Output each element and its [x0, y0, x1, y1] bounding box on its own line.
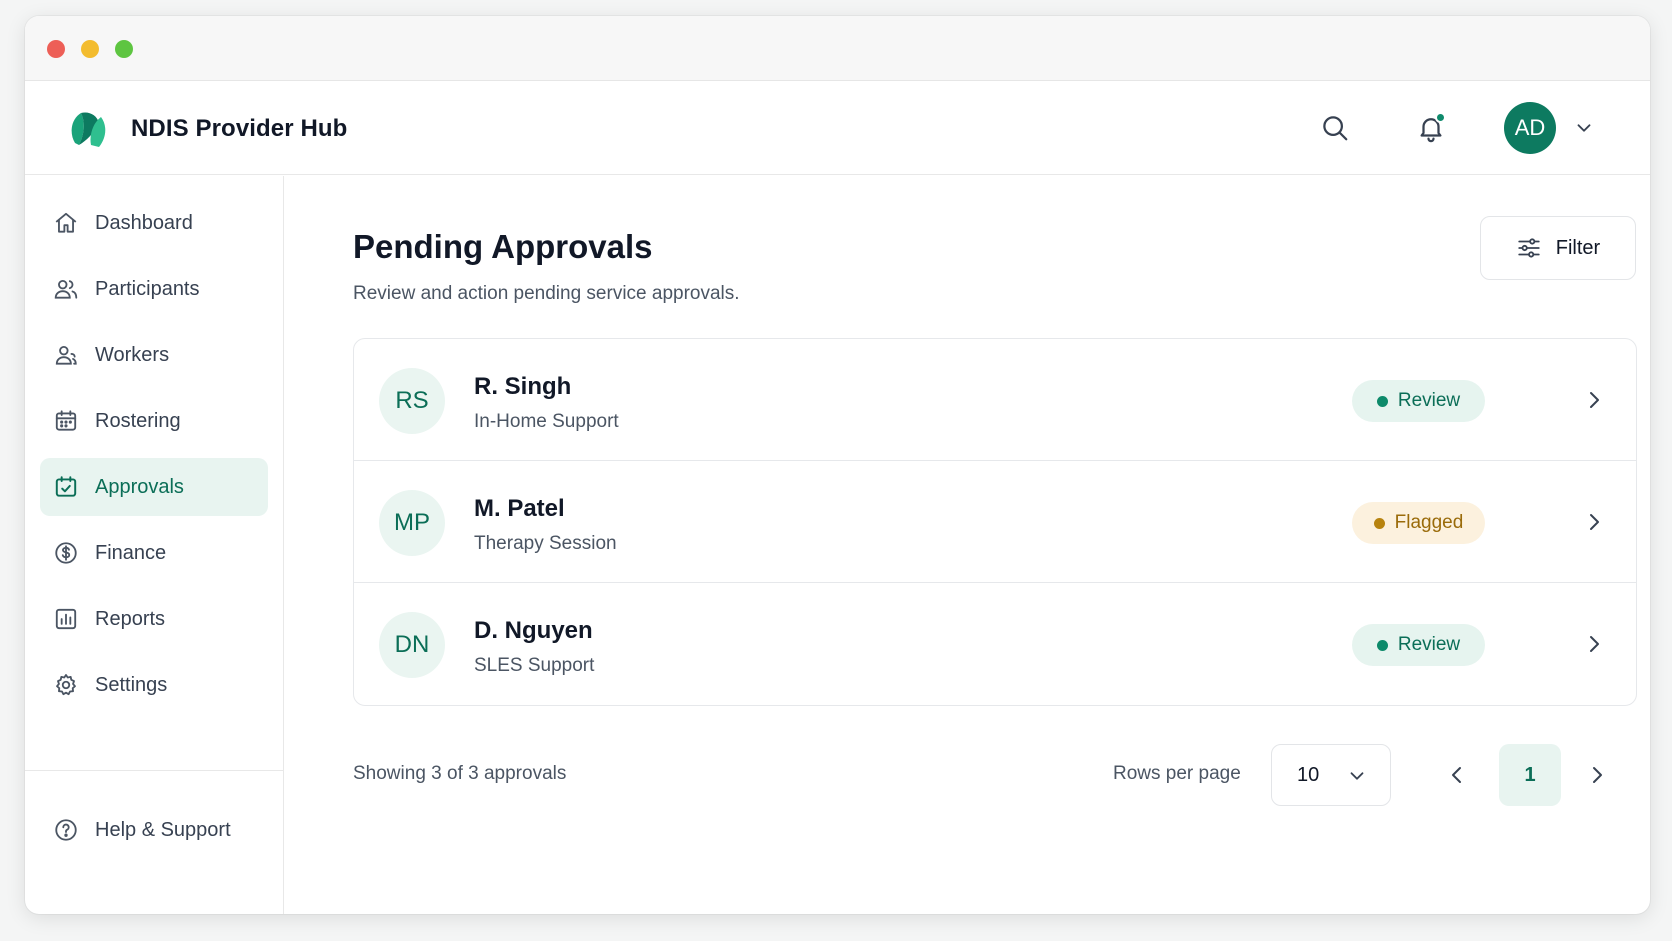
status-dot-icon [1373, 517, 1385, 529]
users-icon [54, 279, 78, 299]
sidebar-item-rostering[interactable]: Rostering [40, 392, 268, 450]
main-content: Pending Approvals Review and action pend… [285, 176, 1650, 914]
previous-page-button[interactable] [1445, 763, 1469, 787]
status-label: Review [1397, 634, 1461, 655]
app-header: NDIS Provider Hub AD [25, 81, 1650, 175]
chevron-down-icon[interactable] [1573, 117, 1595, 139]
sidebar-item-label: Workers [95, 343, 170, 366]
help-circle-icon [55, 819, 77, 841]
rows-per-page-select[interactable]: 10 [1271, 744, 1391, 806]
approval-row[interactable]: MP M. Patel Therapy Session Flagged [354, 461, 1636, 583]
sidebar-item-participants[interactable]: Participants [40, 260, 268, 318]
window-close-button[interactable] [47, 40, 65, 58]
service-type: In-Home Support [474, 411, 619, 432]
chevron-right-icon[interactable] [1582, 632, 1606, 656]
notification-dot [1435, 112, 1446, 123]
rows-per-page-label: Rows per page [1113, 763, 1241, 784]
dollar-circle-icon [55, 542, 77, 564]
sidebar-item-help[interactable]: Help & Support [40, 801, 269, 859]
window-titlebar [25, 16, 1650, 81]
status-badge: Flagged [1352, 502, 1485, 544]
notifications-button[interactable] [1413, 110, 1449, 146]
sidebar-nav: Dashboard Participants Workers Rostering… [25, 176, 283, 714]
brand-name: NDIS Provider Hub [131, 115, 348, 142]
brand[interactable]: NDIS Provider Hub [67, 107, 347, 151]
next-page-button[interactable] [1585, 763, 1609, 787]
window-minimize-button[interactable] [81, 40, 99, 58]
status-label: Review [1397, 390, 1461, 411]
calendar-check-icon [55, 476, 77, 497]
sidebar-item-label: Settings [95, 673, 168, 696]
chevron-right-icon[interactable] [1582, 510, 1606, 534]
approval-row[interactable]: RS R. Singh In-Home Support Review [354, 339, 1636, 461]
sidebar-item-workers[interactable]: Workers [40, 326, 268, 384]
sidebar-divider [25, 770, 283, 771]
sidebar: Dashboard Participants Workers Rostering… [25, 176, 284, 914]
chevron-down-icon [1350, 772, 1364, 780]
sidebar-item-label: Help & Support [95, 818, 231, 841]
status-dot-icon [1376, 395, 1388, 407]
sidebar-item-label: Rostering [95, 409, 181, 432]
participant-name: M. Patel [474, 495, 565, 522]
participant-initials: RS [379, 368, 445, 434]
search-button[interactable] [1317, 110, 1353, 146]
participant-initials: DN [379, 612, 445, 678]
gear-icon [56, 674, 76, 696]
sidebar-item-approvals[interactable]: Approvals [40, 458, 268, 516]
status-dot-icon [1376, 639, 1388, 651]
app-window: NDIS Provider Hub AD Dashboard Participa… [25, 16, 1650, 914]
approval-row[interactable]: DN D. Nguyen SLES Support Review [354, 583, 1636, 705]
sidebar-item-label: Dashboard [95, 211, 193, 234]
rows-per-page-value: 10 [1297, 763, 1320, 786]
calendar-icon [55, 410, 77, 431]
sidebar-item-label: Reports [95, 607, 166, 630]
sidebar-item-reports[interactable]: Reports [40, 590, 268, 648]
participant-initials: MP [379, 490, 445, 556]
page-title: Pending Approvals [353, 228, 653, 265]
status-badge: Review [1352, 624, 1485, 666]
sidebar-item-label: Finance [95, 541, 167, 564]
sidebar-item-dashboard[interactable]: Dashboard [40, 194, 268, 252]
sliders-icon [1518, 238, 1540, 258]
status-badge: Review [1352, 380, 1485, 422]
service-type: SLES Support [474, 655, 595, 676]
page-subtitle: Review and action pending service approv… [353, 283, 740, 304]
filter-label: Filter [1555, 236, 1601, 259]
chevron-right-icon[interactable] [1582, 388, 1606, 412]
results-count: Showing 3 of 3 approvals [353, 763, 567, 784]
filter-button[interactable]: Filter [1480, 216, 1636, 280]
participant-name: R. Singh [474, 373, 572, 400]
bar-chart-icon [55, 608, 77, 630]
service-type: Therapy Session [474, 533, 617, 554]
approvals-list: RS R. Singh In-Home Support Review MP M.… [353, 338, 1637, 706]
window-zoom-button[interactable] [115, 40, 133, 58]
leaf-logo-icon [71, 112, 106, 147]
sidebar-item-label: Approvals [95, 475, 184, 498]
status-label: Flagged [1394, 512, 1464, 533]
search-icon [1323, 116, 1348, 141]
home-icon [55, 212, 77, 233]
current-page-button[interactable]: 1 [1499, 744, 1561, 806]
participant-name: D. Nguyen [474, 617, 593, 644]
sidebar-item-label: Participants [95, 277, 200, 300]
user-group-icon [55, 345, 77, 365]
user-avatar[interactable]: AD [1504, 102, 1556, 154]
sidebar-item-finance[interactable]: Finance [40, 524, 268, 582]
sidebar-item-settings[interactable]: Settings [40, 656, 268, 714]
